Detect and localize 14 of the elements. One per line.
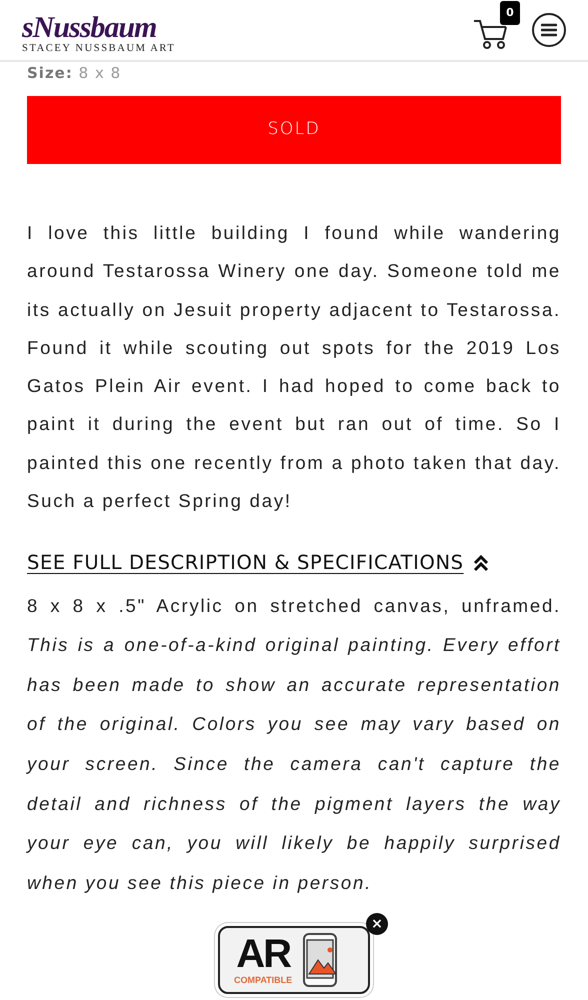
menu-button[interactable] xyxy=(532,13,566,47)
close-button[interactable]: × xyxy=(366,913,388,935)
details-toggle[interactable]: SEE FULL DESCRIPTION & SPECIFICATIONS xyxy=(27,548,464,578)
ar-subtitle: COMPATIBLE xyxy=(234,975,292,985)
menu-icon xyxy=(541,23,557,37)
logo-script[interactable]: sNussbaum xyxy=(22,12,176,42)
size-value: 8 x 8 xyxy=(78,64,122,82)
description-text: I love this little building I found while wandering around Testarossa Winery one day. Someone told me its actually on Jesuit property adjacent to Testarossa. Found it while scouting out spots for the 2019 Los Gatos Plein Air event. I had hoped to come back to paint it during the event but ran out of time. So I painted this one recently from a photo taken that day. Such a perfect Spring day! xyxy=(27,221,561,514)
logo-tagline: STACEY NUSSBAUM ART xyxy=(22,42,176,54)
specifications-text: 8 x 8 x .5" Acrylic on stretched canvas, unframed. This is a one-of-a-kind original painting. Every effort has been made to show an accurate representation of the original. Colors you see may vary based on your screen. Since the camera can't capture the detail and richness of the pigment layers the way your eye can, you will likely be happily surprised when you see this piece in person. xyxy=(27,594,561,895)
sold-button[interactable]: SOLD xyxy=(27,96,561,164)
ar-title: AR xyxy=(236,935,290,973)
size-label: Size: xyxy=(27,64,73,82)
cart-count: 0 xyxy=(500,1,520,25)
